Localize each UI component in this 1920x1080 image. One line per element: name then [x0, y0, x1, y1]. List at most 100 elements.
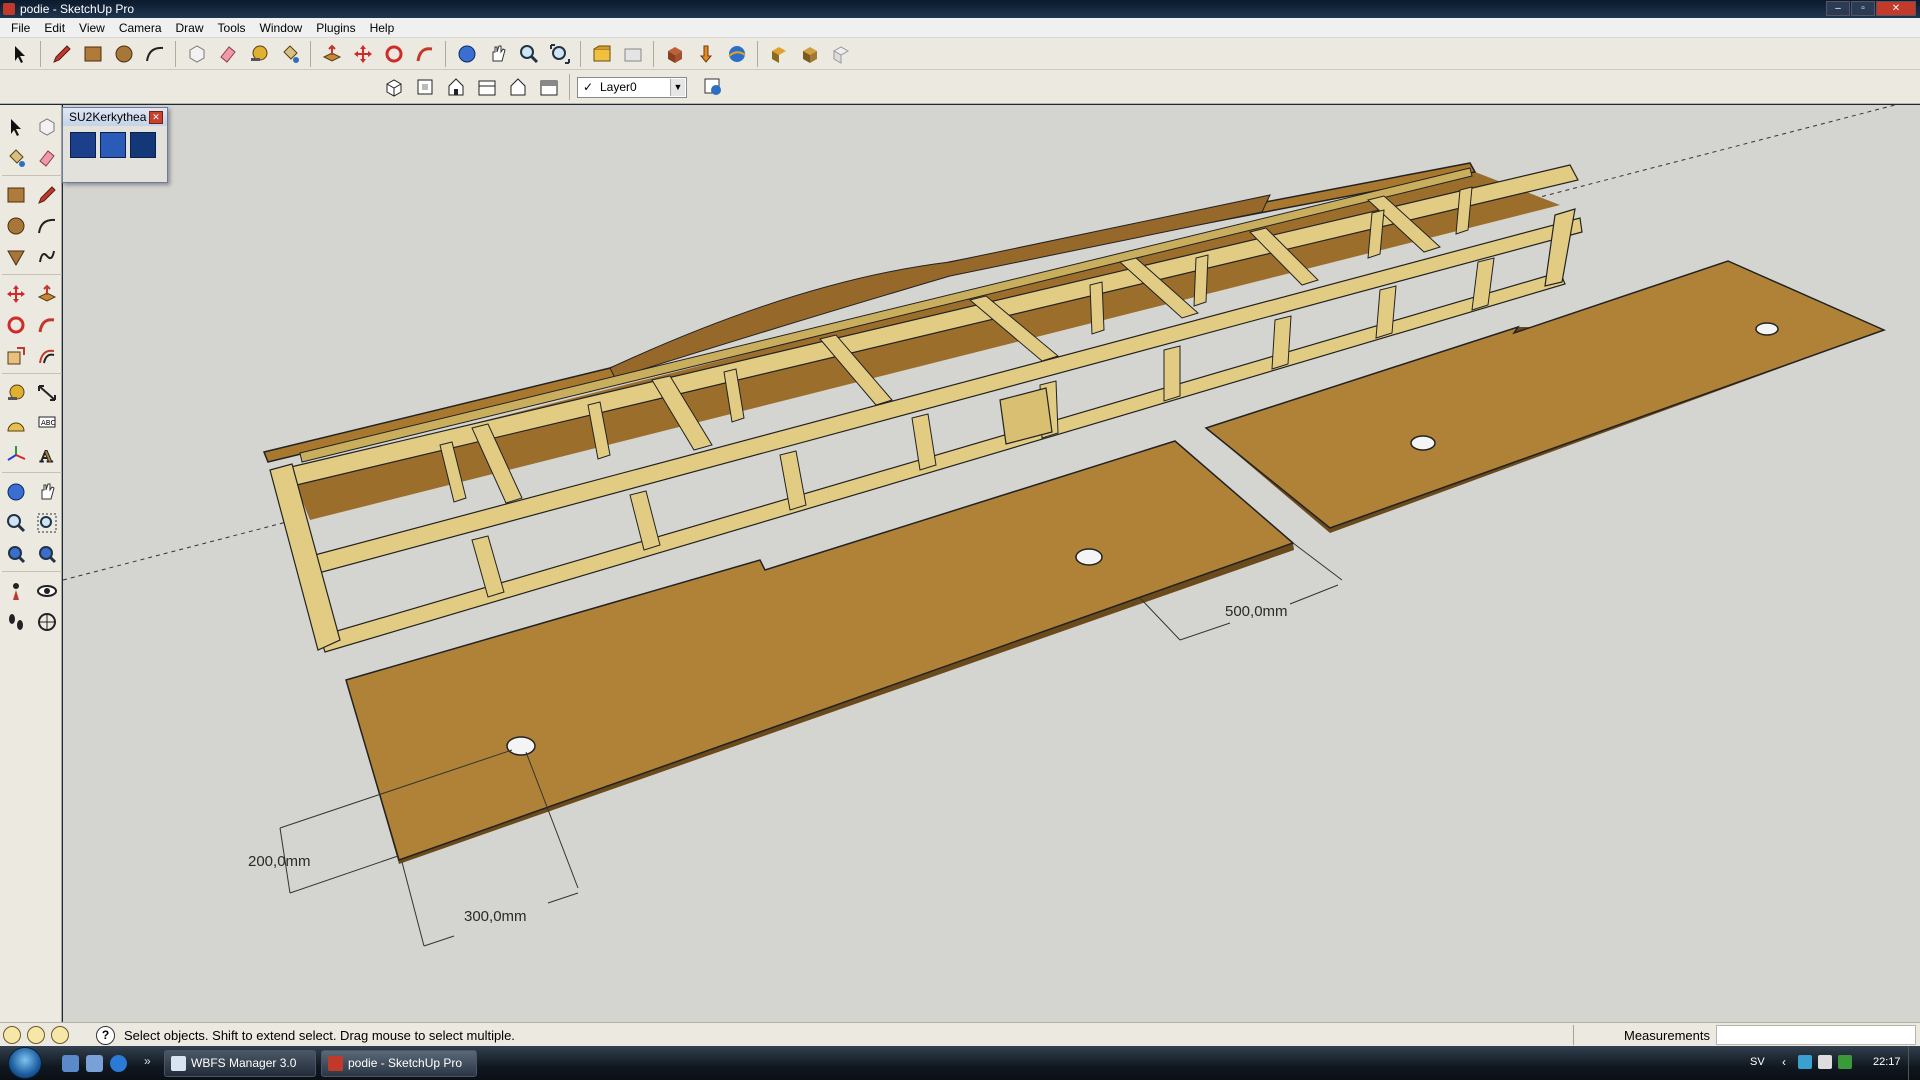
section-plane-icon[interactable] — [33, 608, 61, 636]
measurements-input[interactable] — [1716, 1025, 1916, 1045]
minimize-button[interactable]: – — [1826, 1, 1850, 16]
zoom-icon[interactable] — [515, 41, 542, 68]
switch-windows-icon[interactable] — [86, 1055, 103, 1072]
eraser-icon[interactable] — [33, 144, 61, 172]
next-view-icon[interactable] — [619, 41, 646, 68]
show-desktop-button[interactable] — [1908, 1046, 1920, 1080]
position-camera-icon[interactable] — [2, 577, 30, 605]
volume-icon[interactable] — [1818, 1055, 1832, 1069]
pan-icon[interactable] — [33, 478, 61, 506]
layer-dropdown[interactable]: ✓ Layer0 ▼ — [577, 76, 687, 98]
push-pull-icon[interactable] — [33, 280, 61, 308]
network-icon[interactable] — [1798, 1055, 1812, 1069]
orbit-icon[interactable] — [2, 478, 30, 506]
circle-icon[interactable] — [2, 212, 30, 240]
menu-tools[interactable]: Tools — [211, 21, 253, 35]
offset-icon[interactable] — [33, 342, 61, 370]
task-wbfs-manager[interactable]: WBFS Manager 3.0 — [164, 1050, 316, 1077]
text-icon[interactable]: ABC — [33, 410, 61, 438]
paint-bucket-icon[interactable] — [276, 41, 303, 68]
zoom-icon[interactable] — [2, 509, 30, 537]
menu-draw[interactable]: Draw — [169, 21, 211, 35]
line-icon[interactable] — [33, 181, 61, 209]
arc-icon[interactable] — [141, 41, 168, 68]
menu-file[interactable]: File — [4, 21, 37, 35]
export-model-icon[interactable] — [70, 132, 96, 158]
3d-text-icon[interactable]: A — [33, 441, 61, 469]
rotate-icon[interactable] — [2, 311, 30, 339]
back-view-icon[interactable] — [504, 74, 531, 101]
show-desktop-icon[interactable] — [62, 1055, 79, 1072]
top-view-icon[interactable] — [411, 74, 438, 101]
walk-icon[interactable] — [2, 608, 30, 636]
arc-icon[interactable] — [33, 212, 61, 240]
internet-explorer-icon[interactable] — [110, 1055, 127, 1072]
right-view-icon[interactable] — [473, 74, 500, 101]
geo-location-icon[interactable] — [3, 1026, 21, 1044]
dimension-icon[interactable] — [33, 379, 61, 407]
tape-measure-icon[interactable] — [2, 379, 30, 407]
eraser-icon[interactable] — [214, 41, 241, 68]
freehand-icon[interactable] — [33, 243, 61, 271]
tray-expand-icon[interactable]: ‹ — [1782, 1055, 1786, 1069]
menu-window[interactable]: Window — [253, 21, 310, 35]
axes-icon[interactable] — [2, 441, 30, 469]
language-indicator[interactable]: SV — [1750, 1056, 1765, 1068]
menu-plugins[interactable]: Plugins — [309, 21, 362, 35]
look-around-icon[interactable] — [33, 577, 61, 605]
get-models-icon[interactable] — [661, 41, 688, 68]
tape-measure-icon[interactable] — [245, 41, 272, 68]
task-sketchup[interactable]: podie - SketchUp Pro — [321, 1050, 477, 1077]
zoom-window-icon[interactable] — [33, 509, 61, 537]
polygon-icon[interactable] — [2, 243, 30, 271]
menu-view[interactable]: View — [72, 21, 112, 35]
start-button[interactable] — [8, 1047, 42, 1079]
protractor-icon[interactable] — [2, 410, 30, 438]
model-viewport[interactable]: 500,0mm 200,0mm 300,0mm — [63, 105, 1920, 1022]
previous-view-icon[interactable] — [588, 41, 615, 68]
add-location-icon[interactable] — [765, 41, 792, 68]
zoom-extents-icon[interactable] — [546, 41, 573, 68]
follow-me-icon[interactable] — [33, 311, 61, 339]
maximize-button[interactable]: ▫ — [1851, 1, 1875, 16]
chevron-down-icon[interactable]: ▼ — [670, 78, 685, 96]
menu-camera[interactable]: Camera — [112, 21, 169, 35]
previous-icon[interactable] — [33, 540, 61, 568]
menu-edit[interactable]: Edit — [37, 21, 72, 35]
rectangle-icon[interactable] — [79, 41, 106, 68]
security-icon[interactable] — [1838, 1055, 1852, 1069]
credits-icon[interactable] — [27, 1026, 45, 1044]
render-settings-icon[interactable] — [100, 132, 126, 158]
animation-icon[interactable] — [130, 132, 156, 158]
rotate-icon[interactable] — [380, 41, 407, 68]
orbit-icon[interactable] — [453, 41, 480, 68]
pan-icon[interactable] — [484, 41, 511, 68]
make-component-icon[interactable] — [33, 113, 61, 141]
help-icon[interactable]: ? — [96, 1026, 115, 1045]
clock[interactable]: 22:17 — [1873, 1056, 1901, 1068]
circle-icon[interactable] — [110, 41, 137, 68]
make-component-icon[interactable] — [183, 41, 210, 68]
push-pull-icon[interactable] — [318, 41, 345, 68]
get-photo-icon[interactable] — [796, 41, 823, 68]
select-icon[interactable] — [6, 41, 33, 68]
scale-icon[interactable] — [2, 342, 30, 370]
share-model-icon[interactable] — [692, 41, 719, 68]
left-view-icon[interactable] — [535, 74, 562, 101]
front-view-icon[interactable] — [442, 74, 469, 101]
select-icon[interactable] — [2, 113, 30, 141]
google-earth-icon[interactable] — [723, 41, 750, 68]
quick-launch-more[interactable]: » — [144, 1054, 151, 1068]
kerkythea-toolbar[interactable]: SU2Kerkythea ✕ — [62, 107, 168, 183]
layer-manager-icon[interactable] — [699, 74, 726, 101]
move-icon[interactable] — [349, 41, 376, 68]
toggle-terrain-icon[interactable] — [827, 41, 854, 68]
close-button[interactable]: ✕ — [1876, 1, 1916, 16]
zoom-extents-icon[interactable] — [2, 540, 30, 568]
user-icon[interactable] — [51, 1026, 69, 1044]
pencil-icon[interactable] — [48, 41, 75, 68]
paint-bucket-icon[interactable] — [2, 144, 30, 172]
rectangle-icon[interactable] — [2, 181, 30, 209]
move-icon[interactable] — [2, 280, 30, 308]
follow-me-icon[interactable] — [411, 41, 438, 68]
